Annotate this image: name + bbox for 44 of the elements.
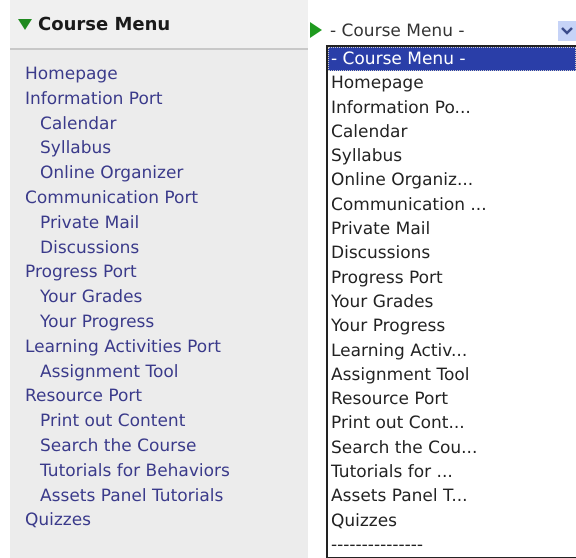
menu-link[interactable]: Discussions: [40, 236, 140, 260]
dropdown-option[interactable]: Homepage: [328, 71, 576, 96]
menu-link[interactable]: Assets Panel Tutorials: [40, 484, 224, 508]
dropdown-option[interactable]: Information Po...: [328, 96, 576, 120]
dropdown-option[interactable]: Your Grades: [328, 290, 576, 314]
menu-link[interactable]: Resource Port: [25, 384, 142, 410]
dropdown-option[interactable]: Print out Cont...: [328, 411, 576, 436]
dropdown-option[interactable]: Syllabus: [328, 144, 576, 168]
dropdown-option[interactable]: Quizzes: [328, 508, 576, 533]
dropdown-option[interactable]: Search the Cou...: [328, 436, 576, 460]
dropdown-option[interactable]: Calendar: [328, 120, 576, 144]
menu-link[interactable]: Online Organizer: [40, 161, 184, 186]
dropdown-option[interactable]: Your Progress: [328, 314, 576, 339]
dropdown-option[interactable]: Progress Port: [328, 266, 576, 290]
menu-link[interactable]: Assignment Tool: [40, 360, 179, 384]
dropdown-option[interactable]: Online Organiz...: [328, 168, 576, 193]
dropdown-option[interactable]: Assets Panel T...: [328, 484, 576, 509]
menu-link[interactable]: Calendar: [40, 112, 116, 136]
menu-link[interactable]: Search the Course: [40, 434, 196, 459]
dropdown-option[interactable]: Resource Port: [328, 387, 576, 412]
menu-link[interactable]: Syllabus: [40, 136, 112, 162]
menu-link[interactable]: Private Mail: [40, 210, 140, 236]
menu-link[interactable]: Your Progress: [40, 310, 154, 335]
menu-link[interactable]: Progress Port: [25, 260, 137, 286]
dropdown-option[interactable]: ---------------: [328, 532, 576, 558]
triangle-down-icon[interactable]: [18, 17, 32, 31]
menu-link[interactable]: Tutorials for Behaviors: [40, 458, 230, 484]
dropdown-option[interactable]: Learning Activ...: [328, 338, 576, 363]
menu-link[interactable]: Homepage: [25, 62, 118, 87]
menu-link[interactable]: Quizzes: [25, 508, 92, 534]
menu-link[interactable]: Print out Content: [40, 409, 186, 434]
menu-title: Course Menu: [38, 14, 170, 34]
dropdown-option[interactable]: Assignment Tool: [328, 362, 576, 388]
menu-link[interactable]: Your Grades: [40, 285, 142, 310]
dropdown-option[interactable]: Private Mail: [328, 217, 576, 242]
dropdown-option[interactable]: - Course Menu -: [328, 47, 576, 72]
dropdown-option[interactable]: Tutorials for ...: [328, 460, 576, 484]
go-arrow-icon[interactable]: [310, 22, 322, 38]
dropdown-option[interactable]: Discussions: [328, 241, 576, 266]
menu-link[interactable]: Information Port: [25, 86, 163, 112]
menu-link[interactable]: Learning Activities Port: [25, 334, 221, 360]
dropdown-option[interactable]: Communication ...: [328, 192, 576, 218]
menu-link[interactable]: Communication Port: [25, 186, 198, 211]
chevron-down-icon: [561, 27, 573, 35]
